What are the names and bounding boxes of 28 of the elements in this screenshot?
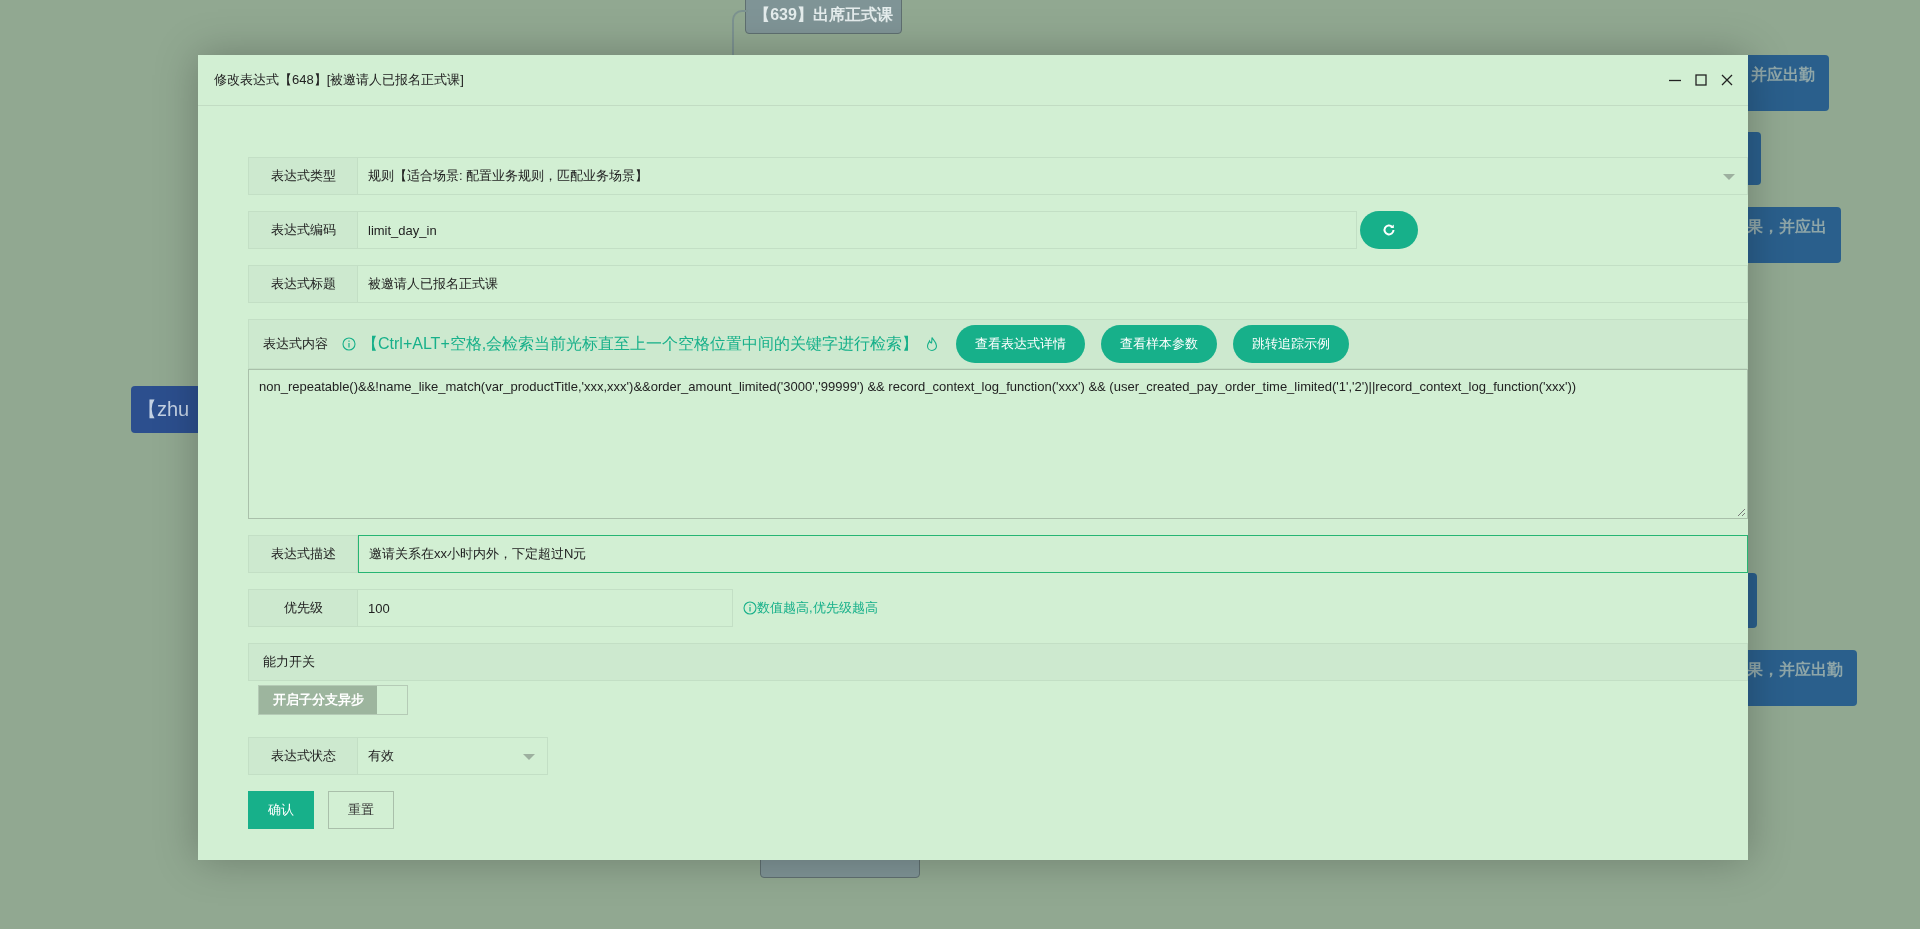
description-field[interactable]: 邀请关系在xx小时内外，下定超过N元: [358, 535, 1748, 573]
diagram-node: 【639】出席正式课: [745, 0, 902, 34]
info-icon: [342, 337, 356, 351]
field-label: 表达式标题: [248, 265, 358, 303]
section-title: 能力开关: [263, 653, 315, 671]
title-field[interactable]: 被邀请人已报名正式课: [358, 265, 1748, 303]
field-label: 表达式编码: [248, 211, 358, 249]
field-label: 表达式状态: [248, 737, 358, 775]
priority-field[interactable]: 100: [358, 589, 733, 627]
type-select[interactable]: 规则【适合场景: 配置业务规则，匹配业务场景】: [358, 157, 1748, 195]
field-label: 表达式内容: [263, 335, 328, 353]
field-label: 表达式描述: [248, 535, 358, 573]
status-select[interactable]: 有效: [358, 737, 548, 775]
priority-hint: 数值越高,优先级越高: [757, 599, 878, 617]
info-icon: [743, 601, 757, 615]
maximize-icon[interactable]: [1694, 73, 1708, 87]
reset-button[interactable]: 重置: [328, 791, 394, 829]
code-field[interactable]: limit_day_in: [358, 211, 1357, 249]
window-title: 修改表达式【648】[被邀请人已报名正式课]: [214, 71, 464, 89]
refresh-icon: [1382, 223, 1396, 237]
expression-textarea[interactable]: non_repeatable()&&!name_like_match(var_productTitle,'xxx,xxx')&&order_amount_limited('3000','99999') && record_context_log_function('xxx') && (user_created_pay_order_time_limited('1','2')||record_context_log_function('xxx')): [248, 369, 1748, 519]
resize-grip-icon[interactable]: [1736, 507, 1746, 517]
caret-icon: [523, 754, 535, 760]
caret-icon: [1723, 174, 1735, 180]
shortcut-hint: 【Ctrl+ALT+空格,会检索当前光标直至上一个空格位置中间的关键字进行检索】: [362, 333, 919, 354]
field-label: 优先级: [248, 589, 358, 627]
field-label: 表达式类型: [248, 157, 358, 195]
close-icon[interactable]: [1720, 73, 1734, 87]
